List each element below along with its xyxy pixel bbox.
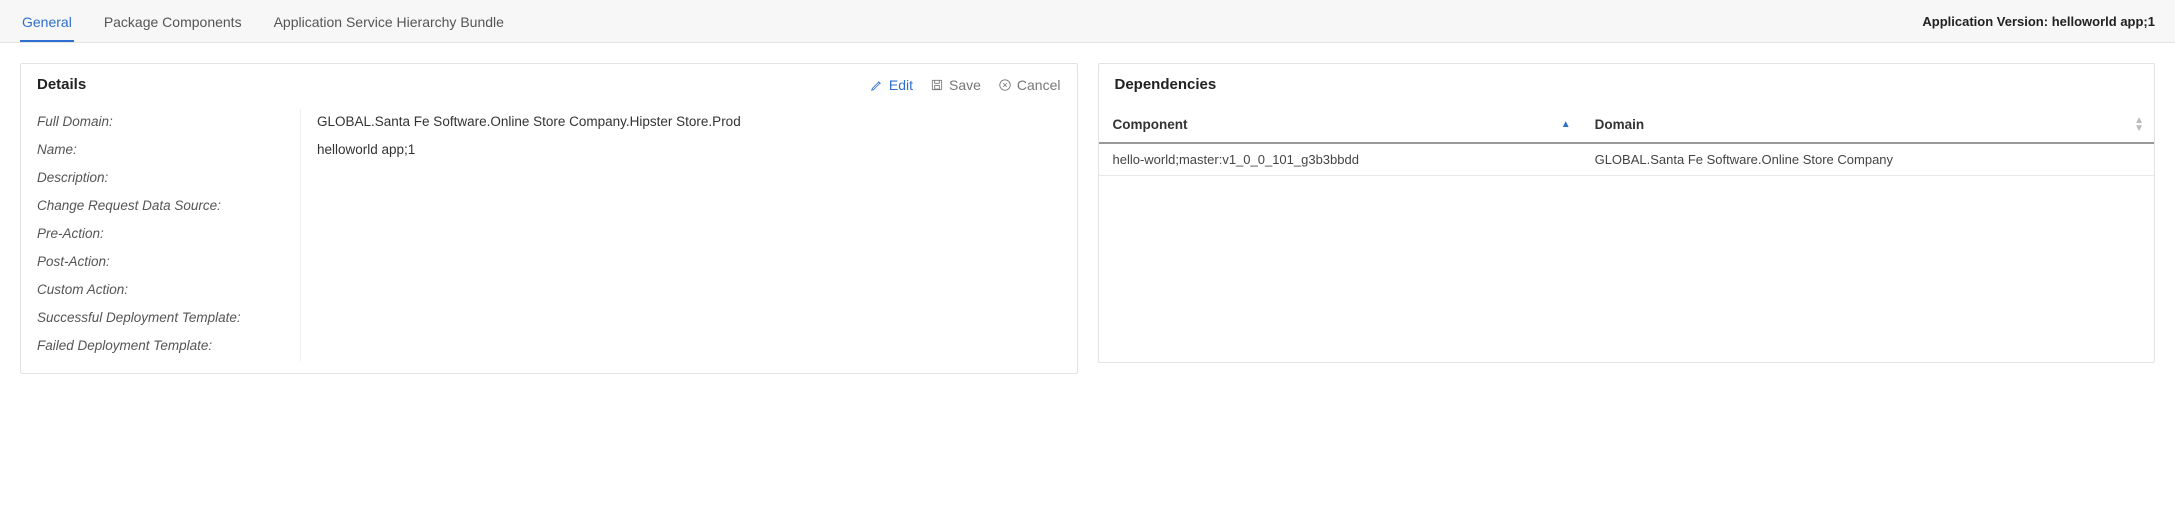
sort-asc-icon: ▲ [1561, 121, 1571, 129]
details-title: Details [37, 76, 86, 93]
details-values-column: GLOBAL.Santa Fe Software.Online Store Co… [301, 109, 1077, 361]
dependencies-panel: Dependencies Component ▲ Domain [1098, 63, 2156, 363]
detail-label: Failed Deployment Template: [37, 333, 284, 361]
detail-label: Name: [37, 137, 284, 165]
save-button[interactable]: Save [929, 77, 981, 93]
tab-package-components[interactable]: Package Components [102, 8, 244, 42]
detail-value [317, 249, 1061, 277]
dependencies-body: Component ▲ Domain ▲ ▼ [1099, 101, 2155, 176]
sort-icon: ▲ [1561, 121, 1571, 129]
table-row[interactable]: hello-world;master:v1_0_0_101_g3b3bbdd G… [1099, 143, 2155, 176]
table-header-row: Component ▲ Domain ▲ ▼ [1099, 107, 2155, 143]
detail-label: Post-Action: [37, 249, 284, 277]
edit-button[interactable]: Edit [869, 77, 913, 93]
cancel-icon [997, 77, 1013, 93]
details-panel-header: Details Edit Save [21, 64, 1077, 101]
application-version: Application Version: helloworld app;1 [1922, 14, 2155, 37]
detail-label: Pre-Action: [37, 221, 284, 249]
details-body: Full Domain: Name: Description: Change R… [21, 101, 1077, 373]
detail-value: helloworld app;1 [317, 137, 1061, 165]
detail-label: Change Request Data Source: [37, 193, 284, 221]
dependencies-title: Dependencies [1115, 76, 1217, 93]
version-value: helloworld app;1 [2052, 14, 2155, 29]
detail-value [317, 165, 1061, 193]
detail-label: Successful Deployment Template: [37, 305, 284, 333]
detail-value: GLOBAL.Santa Fe Software.Online Store Co… [317, 109, 1061, 137]
edit-label: Edit [889, 77, 913, 93]
dependencies-table: Component ▲ Domain ▲ ▼ [1099, 107, 2155, 176]
tab-service-hierarchy[interactable]: Application Service Hierarchy Bundle [272, 8, 506, 42]
sort-icon: ▲ ▼ [2134, 117, 2144, 133]
cell-component: hello-world;master:v1_0_0_101_g3b3bbdd [1099, 143, 1581, 176]
tab-strip: General Package Components Application S… [20, 8, 506, 42]
pencil-icon [869, 77, 885, 93]
detail-value [317, 221, 1061, 249]
detail-label: Full Domain: [37, 109, 284, 137]
save-label: Save [949, 77, 981, 93]
column-header-domain[interactable]: Domain ▲ ▼ [1581, 107, 2154, 143]
detail-label: Custom Action: [37, 277, 284, 305]
detail-value [317, 193, 1061, 221]
column-header-component[interactable]: Component ▲ [1099, 107, 1581, 143]
details-actions: Edit Save Cancel [869, 77, 1061, 93]
save-icon [929, 77, 945, 93]
detail-value [317, 277, 1061, 305]
tab-general[interactable]: General [20, 8, 74, 42]
detail-value [317, 305, 1061, 333]
version-label: Application Version: [1922, 14, 2048, 29]
details-panel: Details Edit Save [20, 63, 1078, 374]
column-label: Domain [1595, 117, 1645, 132]
detail-value [317, 333, 1061, 361]
column-label: Component [1113, 117, 1188, 132]
detail-label: Description: [37, 165, 284, 193]
cancel-button[interactable]: Cancel [997, 77, 1061, 93]
content-area: Details Edit Save [0, 43, 2175, 394]
sort-desc-icon: ▼ [2134, 125, 2144, 133]
cell-domain: GLOBAL.Santa Fe Software.Online Store Co… [1581, 143, 2154, 176]
cancel-label: Cancel [1017, 77, 1061, 93]
details-labels-column: Full Domain: Name: Description: Change R… [21, 109, 301, 361]
dependencies-panel-header: Dependencies [1099, 64, 2155, 101]
top-bar: General Package Components Application S… [0, 0, 2175, 43]
